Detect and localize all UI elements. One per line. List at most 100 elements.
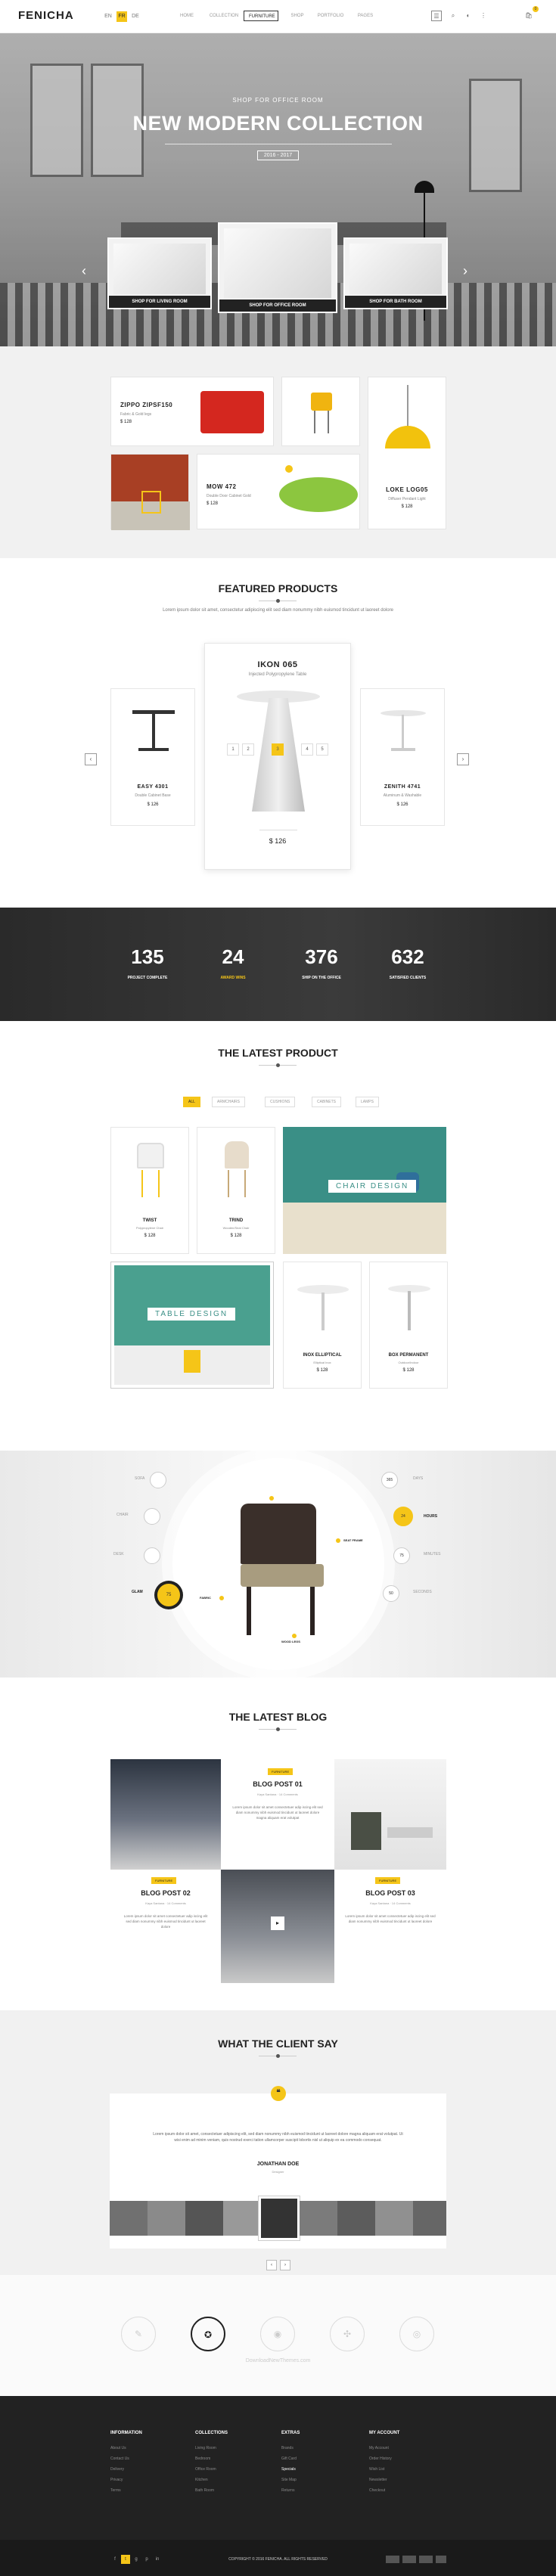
product-card[interactable]: TWIST Polypropylene Chair $ 128 — [110, 1127, 189, 1254]
blog-photo-bedroom[interactable]: ▸ — [221, 1870, 334, 1983]
swatch-option[interactable]: 4 — [301, 743, 313, 756]
lang-switch-de[interactable]: DE — [130, 11, 141, 22]
product-card[interactable]: TRIND Wooden/Seat Chair $ 128 — [197, 1127, 275, 1254]
product-name: ZIPPO ZIPSF150 — [120, 402, 173, 408]
filter-tab-lamps[interactable]: LAMPS — [356, 1097, 379, 1107]
grid-icon[interactable]: ⋮ — [478, 11, 489, 21]
filter-tab-cushions[interactable]: CUSHIONS — [265, 1097, 296, 1107]
blog-photo-living-room[interactable] — [334, 1759, 446, 1870]
product-card[interactable]: BOX PERMANENT Outdoor/Indoor $ 128 — [369, 1262, 448, 1389]
filter-tab-all[interactable]: ALL — [183, 1097, 200, 1107]
logo[interactable]: FENICHA — [18, 9, 74, 22]
hotspot-left-node[interactable] — [150, 1472, 166, 1488]
blog-post-card[interactable]: FURNITURE BLOG POST 03 Kaya Santana · 14… — [334, 1870, 446, 1983]
collection-image-chair[interactable] — [281, 377, 360, 446]
camera-icon[interactable]: ◉ — [260, 2317, 295, 2351]
target-icon[interactable]: ◎ — [399, 2317, 434, 2351]
swatch-option[interactable]: 2 — [242, 743, 254, 756]
footer-link[interactable]: Specials — [281, 2467, 296, 2472]
promo-tile-table-design[interactable]: TABLE DESIGN — [110, 1262, 274, 1389]
filter-tab-cabinets[interactable]: CABINETS — [312, 1097, 342, 1107]
nav-pages[interactable]: PAGES — [354, 11, 377, 21]
client-avatar[interactable] — [300, 2201, 337, 2236]
share-icon[interactable]: ✣ — [330, 2317, 365, 2351]
filter-tab-armchairs[interactable]: ARMCHAIRS — [212, 1097, 246, 1107]
footer-link[interactable]: Bedroom — [195, 2457, 210, 2461]
swatch-option-active[interactable]: 3 — [272, 743, 284, 756]
prev-arrow-icon[interactable]: ‹ — [85, 753, 97, 765]
nav-portfolio[interactable]: PORTFOLIO — [316, 11, 345, 21]
badge-icon[interactable]: ✪ — [191, 2317, 225, 2351]
nav-home[interactable]: HOME — [175, 11, 198, 21]
menu-icon[interactable]: ☰ — [431, 11, 442, 21]
hotspot-left-node[interactable] — [144, 1508, 160, 1525]
hotspot-pin[interactable] — [336, 1538, 340, 1543]
blog-photo-hallway[interactable] — [110, 1759, 221, 1870]
collection-item[interactable]: ZIPPO ZIPSF150 Fabric & Gold legs $ 128 — [110, 377, 274, 446]
expand-icon[interactable]: ▸ — [271, 1916, 284, 1930]
client-avatar[interactable] — [375, 2201, 413, 2236]
footer-link[interactable]: Wish List — [369, 2467, 384, 2472]
client-avatar-active[interactable] — [259, 2196, 300, 2240]
client-avatar[interactable] — [185, 2201, 223, 2236]
hotspot-left-node[interactable] — [144, 1547, 160, 1564]
footer-link[interactable]: Brands — [281, 2446, 294, 2450]
hotspot-pin[interactable] — [292, 1634, 297, 1638]
next-arrow-icon[interactable]: › — [457, 753, 469, 765]
client-avatar[interactable] — [110, 2201, 148, 2236]
footer-link[interactable]: Checkout — [369, 2488, 385, 2493]
product-card[interactable]: INOX ELLIPTICAL Elliptical Inox $ 128 — [283, 1262, 362, 1389]
nav-furniture[interactable]: FURNITURE — [244, 11, 278, 21]
featured-card[interactable]: ZENITH 4741 Aluminum & Washable $ 126 — [360, 688, 445, 826]
hero-prev-arrow-icon[interactable]: ‹ — [82, 263, 86, 279]
client-avatar[interactable] — [413, 2201, 446, 2236]
nav-shop[interactable]: SHOP — [287, 11, 307, 21]
hotspot-left-node-active[interactable]: 75 — [157, 1584, 180, 1606]
hero-card-living-room[interactable]: SHOP FOR LIVING ROOM — [107, 237, 212, 309]
footer-link[interactable]: Delivery — [110, 2467, 124, 2472]
featured-card[interactable]: EASY 4301 Double Cabinet Base $ 126 — [110, 688, 195, 826]
footer-link[interactable]: Bath Room — [195, 2488, 214, 2493]
footer-link[interactable]: Privacy — [110, 2478, 123, 2482]
featured-card-main[interactable]: IKON 065 Injected Polypropylene Table $ … — [204, 643, 351, 870]
footer-link[interactable]: About Us — [110, 2446, 126, 2450]
hero-card-office-room[interactable]: SHOP FOR OFFICE ROOM — [218, 222, 337, 313]
blog-post-card[interactable]: FURNITURE BLOG POST 01 Kaya Santana · 14… — [221, 1759, 334, 1870]
chair-leg — [314, 411, 315, 433]
footer-link[interactable]: My Account — [369, 2446, 389, 2450]
client-avatar[interactable] — [148, 2201, 185, 2236]
swatch-option[interactable]: 5 — [316, 743, 328, 756]
footer-link[interactable]: Kitchen — [195, 2478, 208, 2482]
hero-next-arrow-icon[interactable]: › — [463, 263, 467, 279]
collection-item[interactable]: MOW 472 Double Door Cabinet Gold $ 128 — [197, 454, 360, 529]
cart-icon[interactable]: 🛍 — [523, 11, 534, 21]
footer-link[interactable]: Site Map — [281, 2478, 297, 2482]
lang-switch-fr[interactable]: FR — [116, 11, 127, 22]
footer-link[interactable]: Office Room — [195, 2467, 216, 2472]
hotspot-dot[interactable] — [285, 465, 293, 473]
next-page-button[interactable]: › — [280, 2260, 290, 2270]
client-avatar[interactable] — [223, 2201, 261, 2236]
prev-page-button[interactable]: ‹ — [266, 2260, 277, 2270]
swatch-option[interactable]: 1 — [227, 743, 239, 756]
collection-image-orange[interactable] — [110, 454, 190, 530]
footer-link[interactable]: Returns — [281, 2488, 295, 2493]
footer-link[interactable]: Newsletter — [369, 2478, 387, 2482]
search-icon[interactable]: ⌕ — [448, 11, 458, 21]
footer-link[interactable]: Gift Card — [281, 2457, 297, 2461]
hotspot-pin[interactable] — [219, 1596, 224, 1600]
hero-card-bath-room[interactable]: SHOP FOR BATH ROOM — [343, 237, 448, 309]
client-avatar[interactable] — [337, 2201, 375, 2236]
footer-link[interactable]: Living Room — [195, 2446, 216, 2450]
collection-item[interactable]: LOKE LOG05 Diffuser Pendant Light $ 128 — [368, 377, 446, 529]
nav-collection[interactable]: COLLECTION — [209, 11, 239, 21]
promo-tile-chair-design[interactable]: CHAIR DESIGN — [283, 1127, 446, 1254]
footer-link[interactable]: Contact Us — [110, 2457, 129, 2461]
blog-post-card[interactable]: FURNITURE BLOG POST 02 Kaya Santana · 14… — [110, 1870, 221, 1983]
lang-switch-en[interactable]: EN — [103, 11, 113, 22]
footer-link[interactable]: Order History — [369, 2457, 392, 2461]
user-icon[interactable]: ◐ — [463, 11, 474, 21]
footer-link[interactable]: Terms — [110, 2488, 121, 2493]
pen-icon[interactable]: ✎ — [121, 2317, 156, 2351]
hotspot-pin[interactable] — [269, 1496, 274, 1501]
